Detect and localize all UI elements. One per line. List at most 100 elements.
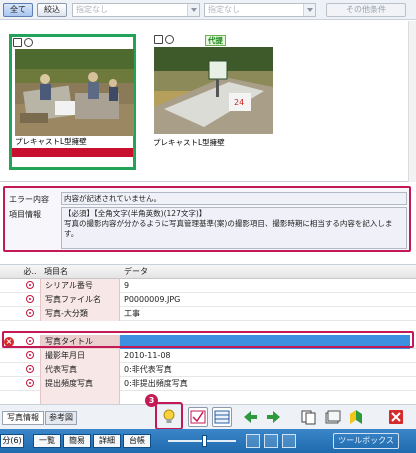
row-flag — [0, 279, 20, 293]
thumbnail-header — [12, 37, 133, 49]
arrow-left-icon — [244, 411, 257, 423]
detail-view-button[interactable]: 詳細 — [93, 434, 121, 448]
narrow-button[interactable]: 絞込 — [37, 3, 67, 17]
item-info-line-1: 【必須】【全角文字(半角英数)(127文字)】 — [64, 209, 207, 218]
tab-photo-info[interactable]: 写真情報 — [2, 411, 44, 425]
column-header-value[interactable]: データ — [120, 265, 410, 279]
field-value[interactable]: P0000009.JPG — [120, 293, 410, 307]
photo-icon — [13, 38, 22, 47]
copy-icon — [301, 410, 316, 425]
toolbox-button[interactable]: ツールボックス — [333, 433, 399, 449]
field-name: 代表写真 — [40, 363, 120, 377]
next-button[interactable] — [264, 407, 284, 427]
required-circle-icon — [26, 281, 34, 289]
table-view-button[interactable] — [212, 407, 232, 427]
item-info-label: 項目情報 — [9, 210, 41, 219]
error-x-icon: × — [4, 337, 14, 347]
required-circle-icon — [26, 365, 34, 373]
required-badge: 代提 — [205, 35, 226, 46]
table-row[interactable]: シリアル番号 9 — [0, 279, 416, 293]
paste-button[interactable] — [322, 407, 342, 427]
table-icon — [214, 410, 230, 424]
thumbnail-caption: プレキャストL型擁壁 — [12, 136, 133, 147]
tab-reference[interactable]: 参考図 — [45, 411, 77, 425]
required-mark — [20, 293, 40, 307]
column-header-name[interactable]: 項目名 — [40, 265, 120, 279]
construction-photo-1 — [15, 49, 134, 136]
field-name: シリアル番号 — [40, 279, 120, 293]
all-button[interactable]: 全て — [3, 3, 33, 17]
field-name: 提出頻度写真 — [40, 377, 120, 391]
thumbnail-header: 代提 — [150, 34, 277, 46]
ledger-view-button[interactable]: 台帳 — [123, 434, 151, 448]
status-bar: 分(6) 一覧 簡易 詳細 台帳 ツールボックス — [0, 429, 416, 453]
field-value-editing[interactable] — [120, 335, 410, 349]
table-row[interactable]: 撮影年月日 2010-11-08 — [0, 349, 416, 363]
field-name: 撮影年月日 — [40, 349, 120, 363]
thumbnail-status-bar — [150, 149, 277, 158]
copy-button[interactable] — [298, 407, 318, 427]
table-row[interactable]: 写真-大分類 工事 — [0, 307, 416, 321]
tile-view-icon[interactable] — [264, 434, 278, 448]
construction-photo-2: 24 — [154, 47, 273, 134]
field-value[interactable]: 0:非代表写真 — [120, 363, 410, 377]
field-value[interactable]: 9 — [120, 279, 410, 293]
required-mark — [20, 363, 40, 377]
info-highlight-frame: エラー内容 内容が記述されていません。 項目情報 【必須】【全角文字(半角英数)… — [3, 186, 411, 252]
field-name-empty — [40, 391, 120, 405]
thumbnail-error-bar — [12, 148, 133, 157]
other-conditions-button[interactable]: その他条件 — [326, 3, 406, 17]
beginner-mark-button[interactable] — [346, 407, 366, 427]
field-name: 写真-大分類 — [40, 307, 120, 321]
required-mark — [20, 349, 40, 363]
bottom-toolbar: 写真情報 参考図 — [0, 404, 416, 429]
column-header-required[interactable]: 必.. — [20, 265, 40, 279]
field-name: 写真タイトル — [40, 335, 120, 349]
delete-button[interactable] — [386, 407, 406, 427]
thumbnail-photo — [15, 49, 134, 136]
field-value[interactable]: 工事 — [120, 307, 410, 321]
filter-combo-2[interactable]: 指定なし — [204, 3, 316, 17]
zoom-slider-handle[interactable] — [202, 435, 207, 447]
table-row-selected[interactable]: × 写真タイトル — [0, 335, 416, 349]
required-mark — [20, 377, 40, 391]
grid-view-icon[interactable] — [246, 434, 260, 448]
row-flag — [0, 293, 20, 307]
thumbnail-pane: プレキャストL型擁壁 代提 24 プレキャストL型擁壁 — [0, 21, 416, 182]
filter-combo-2-value: 指定なし — [208, 5, 240, 14]
clock-icon — [165, 35, 174, 44]
row-flag: × — [0, 335, 20, 349]
required-mark — [20, 279, 40, 293]
grid-header: 必.. 項目名 データ — [0, 265, 416, 279]
row-flag — [0, 349, 20, 363]
required-circle-icon — [26, 309, 34, 317]
thumbnail-card-2[interactable]: 代提 24 プレキャストL型擁壁 — [150, 34, 277, 170]
previous-button[interactable] — [240, 407, 260, 427]
required-check-icon — [190, 410, 206, 424]
field-value[interactable]: 2010-11-08 — [120, 349, 410, 363]
field-name: 写真ファイル名 — [40, 293, 120, 307]
table-row[interactable]: 代表写真 0:非代表写真 — [0, 363, 416, 377]
svg-text:24: 24 — [234, 98, 244, 107]
table-row-empty — [0, 391, 416, 405]
filter-combo-1[interactable]: 指定なし — [72, 3, 200, 17]
thumbnail-card-1[interactable]: プレキャストL型擁壁 — [9, 34, 136, 170]
info-pane: エラー内容 内容が記述されていません。 項目情報 【必須】【全角文字(半角英数)… — [0, 183, 416, 255]
required-check-button[interactable] — [188, 407, 208, 427]
chevron-down-icon — [187, 4, 199, 16]
table-row[interactable]: 写真ファイル名 P0000009.JPG — [0, 293, 416, 307]
item-info-box: 【必須】【全角文字(半角英数)(127文字)】 写真の撮影内容が分かるように写真… — [61, 207, 407, 249]
simple-view-button[interactable]: 簡易 — [63, 434, 91, 448]
required-circle-icon — [26, 337, 34, 345]
thumbnail-photo: 24 — [154, 47, 273, 134]
row-flag — [0, 363, 20, 377]
table-row[interactable]: 提出頻度写真 0:非提出頻度写真 — [0, 377, 416, 391]
filter-combo-1-value: 指定なし — [76, 5, 108, 14]
field-value[interactable]: 0:非提出頻度写真 — [120, 377, 410, 391]
list-view-button[interactable]: 一覧 — [33, 434, 61, 448]
single-view-icon[interactable] — [282, 434, 296, 448]
thumbnail-scrollbar[interactable] — [408, 21, 416, 182]
stack-icon — [325, 410, 341, 424]
required-mark — [20, 335, 40, 349]
step-number-badge: 3 — [145, 394, 158, 407]
